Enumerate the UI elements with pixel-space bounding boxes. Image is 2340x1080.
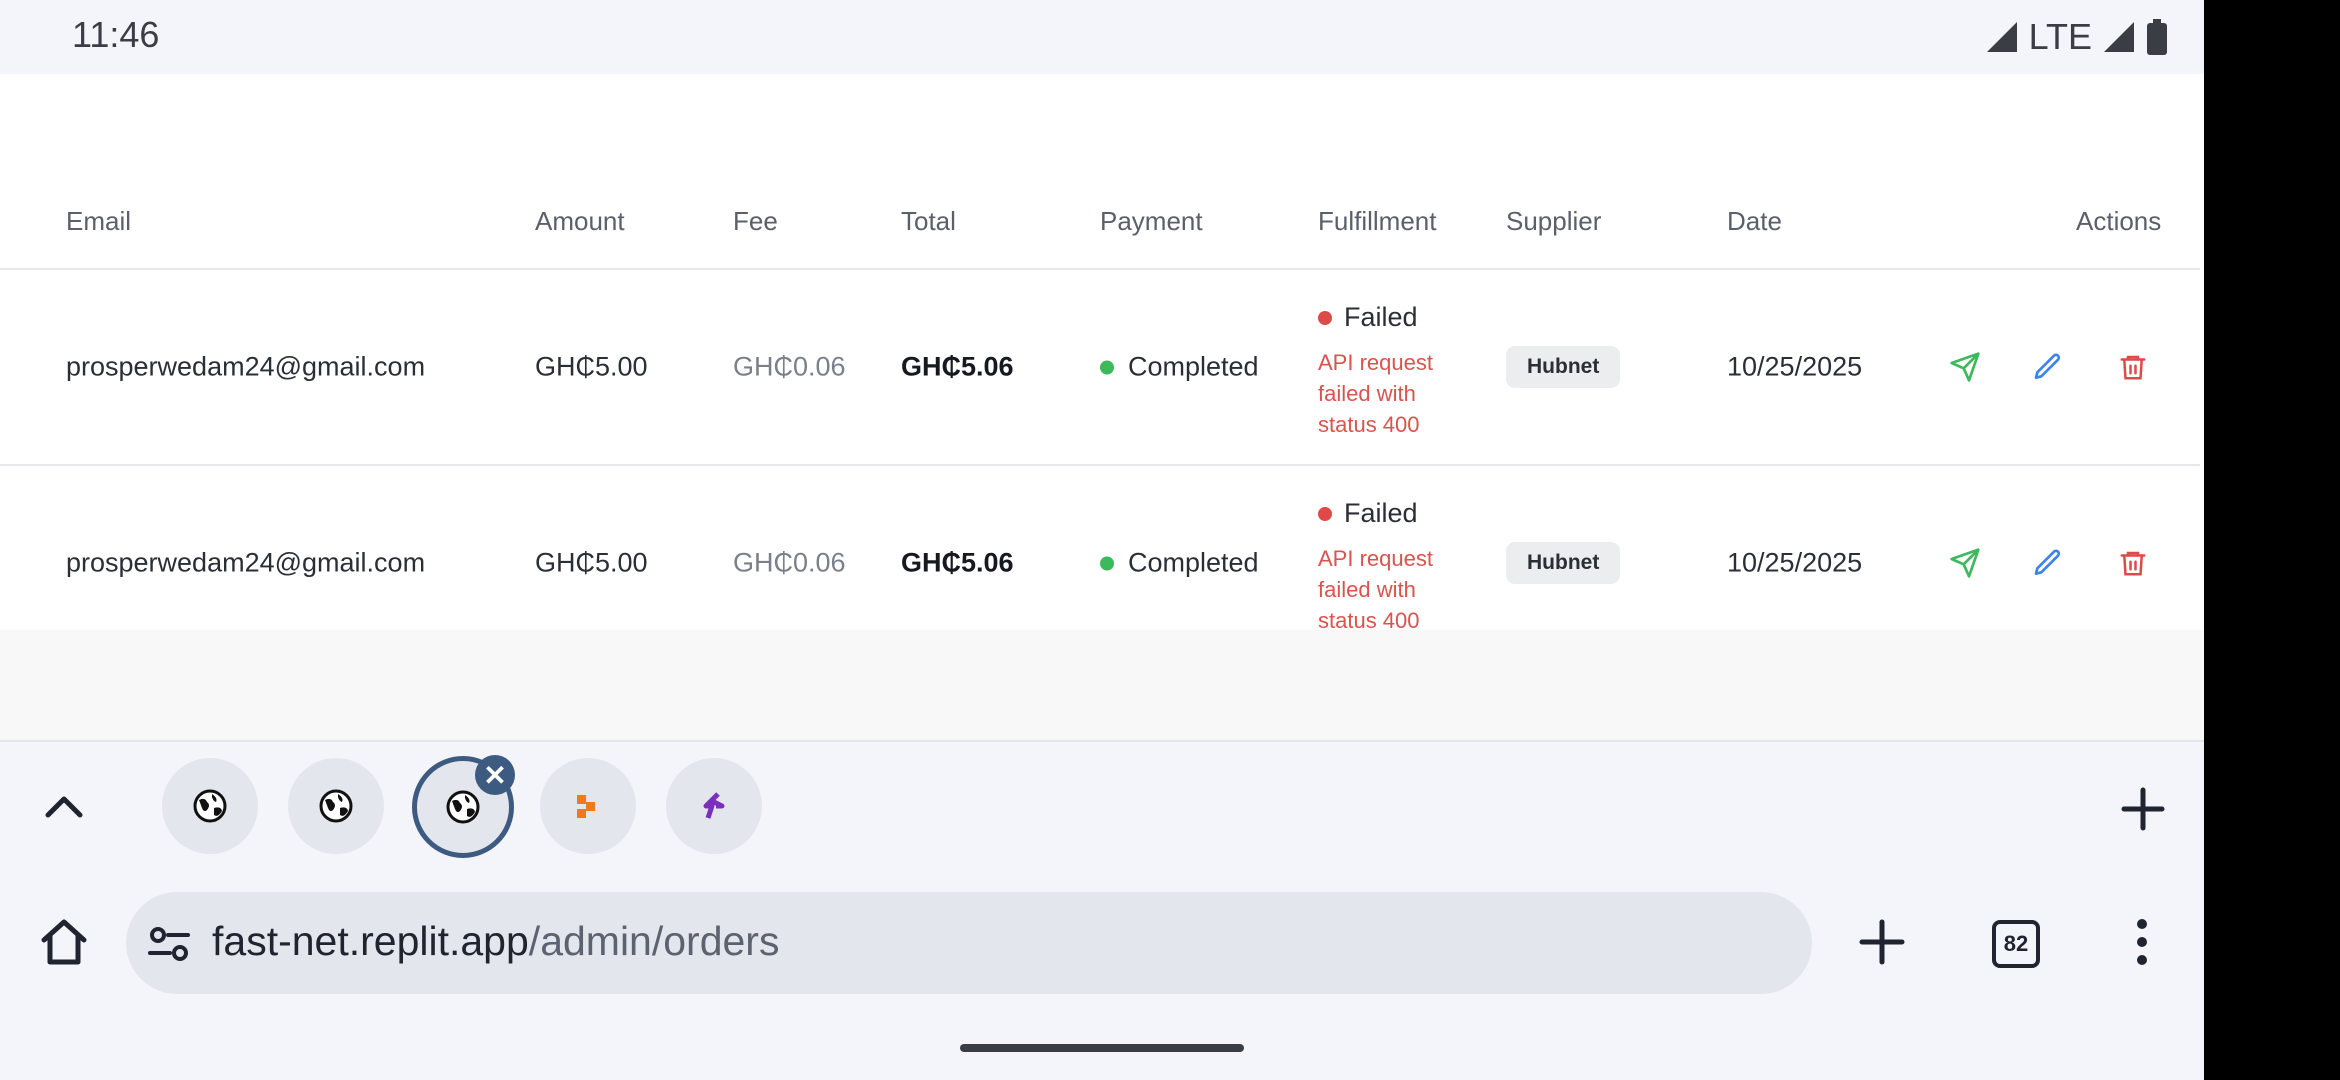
tab-switcher-button[interactable]: 82 [1992,920,2040,968]
fulfillment-status-label: Failed [1344,498,1418,528]
column-header-payment[interactable]: Payment [1100,206,1203,237]
gesture-bar[interactable] [960,1044,1244,1052]
supplier-badge: Hubnet [1506,346,1621,388]
status-icons: LTE [1985,16,2168,58]
globe-icon [319,789,353,823]
order-total: GH₵5.06 [901,351,1014,382]
order-amount: GH₵5.00 [535,351,648,382]
plus-icon[interactable] [2120,786,2166,832]
fulfillment-status-label: Failed [1344,302,1418,332]
column-header-date[interactable]: Date [1727,206,1782,237]
fulfillment-error-message: API request failed with status 400 [1318,350,1433,437]
signal-icon [2104,22,2134,52]
order-fee: GH₵0.06 [733,547,846,578]
send-icon[interactable] [1947,545,1983,581]
chevron-up-icon[interactable] [40,787,88,827]
signal-icon [1986,22,2017,52]
status-dot [1318,506,1332,521]
column-header-fee[interactable]: Fee [733,206,778,237]
browser-toolbar: fast-net.replit.app/admin/orders 82 [0,872,2204,1080]
tab-strip: ✕ [0,740,2204,874]
battery-icon [2147,19,2167,55]
trash-icon[interactable] [2115,349,2151,385]
payment-status: Completed [1100,352,1259,383]
order-date: 10/25/2025 [1727,547,1863,578]
orders-table: Email Amount Fee Total Payment Fulfillme… [0,150,2200,660]
pencil-icon[interactable] [2030,349,2066,385]
send-icon[interactable] [1947,349,1983,385]
column-header-total[interactable]: Total [901,206,956,237]
status-dot [1100,556,1114,570]
site-settings-icon[interactable] [148,924,190,964]
order-email: prosperwedam24@gmail.com [66,547,426,578]
tab-orange-site[interactable] [540,758,636,854]
order-date: 10/25/2025 [1727,351,1863,382]
browser-screen: 11:46 LTE Email Amount Fee Total Payment… [0,0,2204,1080]
status-bar: 11:46 LTE [0,0,2204,74]
supplier-badge: Hubnet [1506,542,1621,584]
page-bottom-area [0,630,2204,740]
table-row[interactable]: prosperwedam24@gmail.com GH₵5.00 GH₵0.06… [0,270,2200,466]
status-dot [1100,360,1114,374]
purple-logo-icon [703,792,725,819]
order-total: GH₵5.06 [901,547,1014,578]
close-tab-icon[interactable]: ✕ [475,755,515,795]
tab-globe-2[interactable] [288,758,384,854]
payment-status-label: Completed [1128,547,1259,578]
column-header-actions: Actions [2076,206,2162,236]
tab-count: 82 [2003,931,2029,956]
globe-icon [446,790,480,824]
orange-logo-icon [577,795,595,818]
payment-status-label: Completed [1128,351,1259,382]
globe-icon [193,789,227,823]
tab-globe-1[interactable] [162,758,258,854]
tab-purple-site[interactable] [666,758,762,854]
order-email: prosperwedam24@gmail.com [66,351,426,382]
order-fee: GH₵0.06 [733,351,846,382]
address-bar[interactable]: fast-net.replit.app/admin/orders [126,892,1812,994]
column-header-amount[interactable]: Amount [535,206,625,237]
new-tab-icon[interactable] [1858,918,1906,966]
order-amount: GH₵5.00 [535,547,648,578]
url-host: fast-net.replit.app [212,918,529,964]
network-type: LTE [2028,16,2092,57]
table-header: Email Amount Fee Total Payment Fulfillme… [0,150,2200,270]
fulfillment-status: Failed API request failed with status 40… [1318,302,1468,440]
fulfillment-error-message: API request failed with status 400 [1318,546,1433,633]
fulfillment-status: Failed API request failed with status 40… [1318,498,1468,636]
url-text[interactable]: fast-net.replit.app/admin/orders [212,918,779,965]
tab-globe-active[interactable]: ✕ [412,755,515,858]
status-dot [1318,310,1332,325]
home-icon[interactable] [38,916,90,968]
trash-icon[interactable] [2115,545,2151,581]
url-path: /admin/orders [528,918,780,964]
more-options-icon[interactable] [2128,916,2156,968]
column-header-fulfillment[interactable]: Fulfillment [1318,206,1436,237]
pencil-icon[interactable] [2030,545,2066,581]
column-header-supplier[interactable]: Supplier [1506,206,1601,237]
clock: 11:46 [72,14,160,55]
payment-status: Completed [1100,548,1259,579]
column-header-email[interactable]: Email [66,206,131,237]
